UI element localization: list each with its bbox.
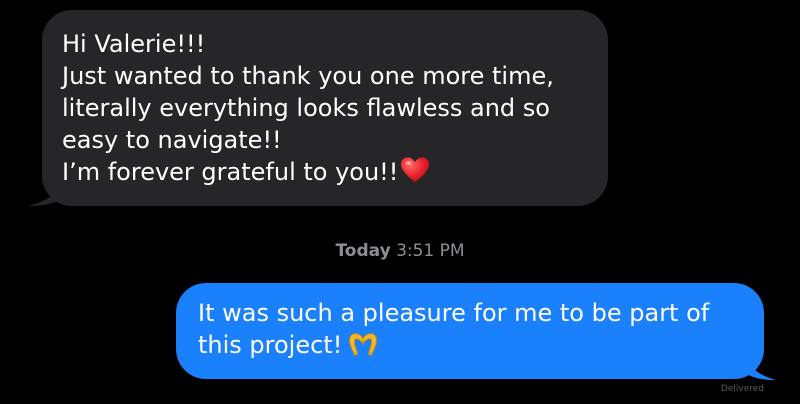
incoming-message-line: literally everything looks flawless and … — [62, 94, 550, 122]
incoming-message-line: easy to navigate!! — [62, 126, 282, 154]
outgoing-message-line: It was such a pleasure for me to be part… — [198, 299, 710, 327]
timestamp-day: Today — [335, 241, 391, 261]
incoming-message-bubble[interactable]: Hi Valerie!!! Just wanted to thank you o… — [42, 10, 608, 206]
incoming-message-last-line: I’m forever grateful to you!! — [62, 156, 588, 188]
timestamp-time: 3:51 PM — [396, 241, 465, 261]
incoming-message-line: Just wanted to thank you one more time, — [62, 62, 554, 90]
delivery-status: Delivered — [720, 384, 764, 394]
message-timestamp: Today 3:51 PM — [0, 240, 800, 262]
message-thread: Hi Valerie!!! Just wanted to thank you o… — [0, 0, 800, 404]
outgoing-message-bubble[interactable]: It was such a pleasure for me to be part… — [176, 283, 764, 379]
outgoing-message-line: this project! — [198, 331, 343, 359]
outgoing-message-last-line: this project! — [198, 329, 744, 361]
heart-icon — [401, 157, 430, 183]
heart-hands-icon — [349, 333, 378, 356]
incoming-message-line: I’m forever grateful to you!! — [62, 158, 399, 186]
incoming-message-line: Hi Valerie!!! — [62, 30, 206, 58]
